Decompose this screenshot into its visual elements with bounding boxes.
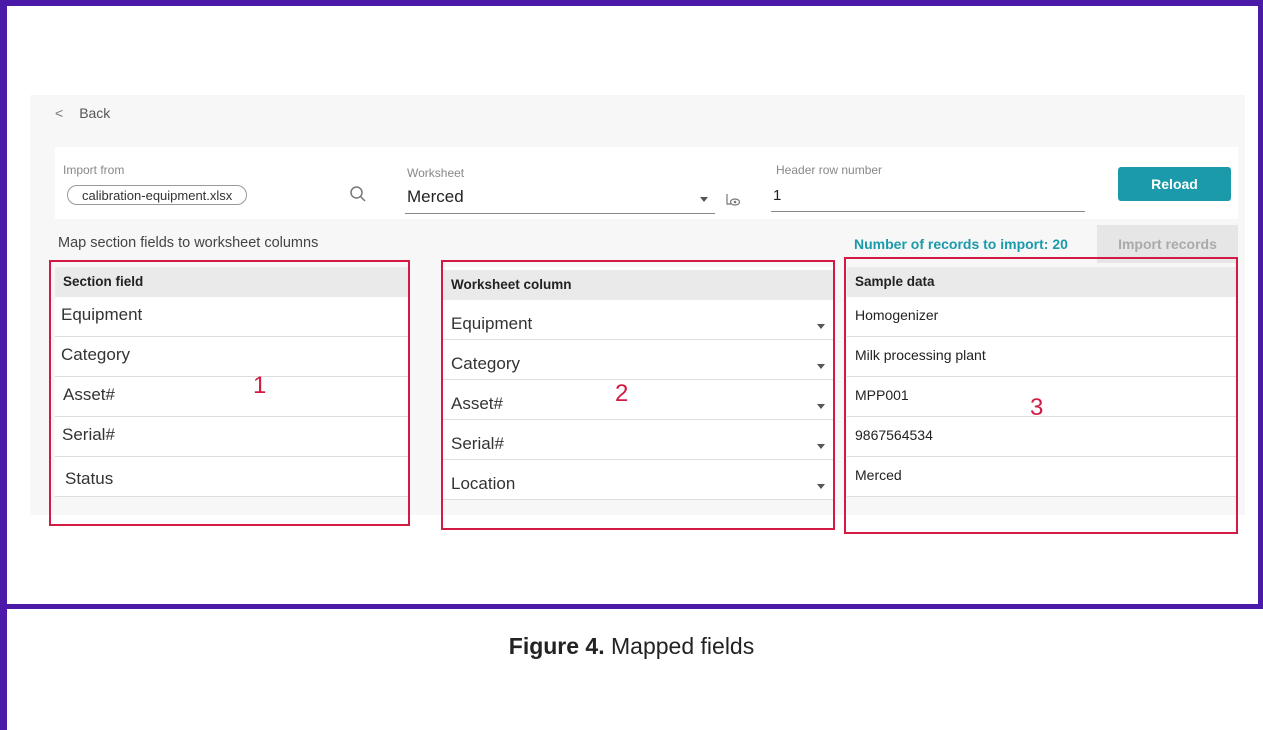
worksheet-label: Worksheet xyxy=(407,166,465,180)
header-row-label: Header row number xyxy=(776,163,883,177)
header-row-underline xyxy=(771,211,1085,212)
import-settings-panel: Import from calibration-equipment.xlsx W… xyxy=(55,147,1238,219)
frame-left-border xyxy=(0,0,7,730)
mapping-title: Map section fields to worksheet columns xyxy=(58,235,319,251)
records-count: Number of records to import: 20 xyxy=(854,236,1068,252)
file-chip[interactable]: calibration-equipment.xlsx xyxy=(67,185,247,205)
annotation-number-1: 1 xyxy=(253,372,267,399)
annotation-box-1 xyxy=(49,260,410,526)
worksheet-underline xyxy=(405,213,715,214)
caption-text: Mapped fields xyxy=(604,633,755,659)
import-from-label: Import from xyxy=(63,163,125,177)
header-row-input[interactable]: 1 xyxy=(773,187,781,204)
figure-caption: Figure 4. Mapped fields xyxy=(0,633,1263,660)
worksheet-select[interactable]: Merced xyxy=(407,187,464,207)
annotation-box-2 xyxy=(441,260,835,530)
frame-divider xyxy=(0,604,1263,609)
preview-eye-icon[interactable] xyxy=(725,191,741,207)
back-label: Back xyxy=(79,105,111,121)
frame-top-border xyxy=(0,0,1263,6)
reload-button[interactable]: Reload xyxy=(1118,167,1231,201)
annotation-number-3: 3 xyxy=(1030,394,1044,421)
search-icon[interactable] xyxy=(349,185,367,203)
chevron-down-icon[interactable] xyxy=(700,197,708,202)
annotation-number-2: 2 xyxy=(615,380,629,407)
caption-label: Figure 4. xyxy=(508,633,605,659)
frame-right-border xyxy=(1258,0,1263,608)
chevron-left-icon: < xyxy=(55,105,64,121)
back-link[interactable]: < Back xyxy=(55,105,110,121)
